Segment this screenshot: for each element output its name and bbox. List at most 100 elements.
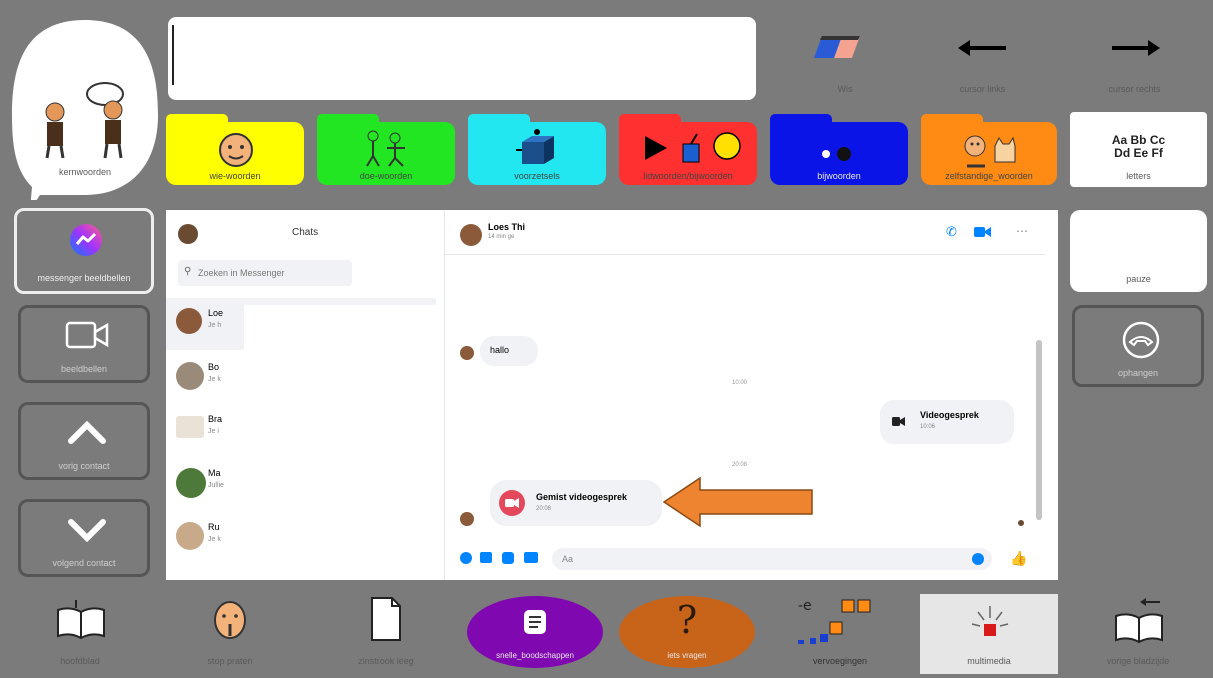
multimedia-button[interactable]: multimedia <box>920 594 1058 674</box>
volgend-contact-label: volgend contact <box>52 558 116 568</box>
vervoegingen-button[interactable]: -e vervoegingen <box>770 590 910 674</box>
message-text-field[interactable] <box>168 17 756 100</box>
volgend-contact-button[interactable]: volgend contact <box>18 499 150 577</box>
folder-voorzetsels[interactable]: voorzetsels <box>468 114 606 185</box>
video-camera-icon <box>65 321 109 349</box>
avatar <box>176 308 202 334</box>
vorige-label: vorige bladzijde <box>1106 656 1170 666</box>
cursor-right-button[interactable]: cursor rechts <box>1072 20 1197 100</box>
folder-label: voorzetsels <box>514 171 560 181</box>
message-input[interactable]: Aa <box>552 548 992 570</box>
ophangen-button[interactable]: ophangen <box>1072 305 1204 387</box>
add-icon[interactable] <box>460 552 472 564</box>
video-call-icon[interactable] <box>974 226 992 238</box>
missed-call-bubble[interactable]: Gemist videogesprek 20:08 <box>490 480 662 526</box>
face-icon <box>219 133 253 167</box>
beeldbellen-button[interactable]: beeldbellen <box>18 305 150 383</box>
folder-label: bijwoorden <box>817 171 861 181</box>
folder-zelfstandige-woorden[interactable]: zelfstandige_woorden <box>921 114 1057 185</box>
folder-doe-woorden[interactable]: doe-woorden <box>317 114 455 185</box>
contact-name: Ma <box>208 468 221 478</box>
video-call-bubble[interactable]: Videogesprek 10:06 <box>880 400 1014 444</box>
conversation-scrollbar[interactable] <box>1036 260 1042 530</box>
avatar <box>176 522 204 550</box>
chevron-down-icon <box>68 519 106 542</box>
vorig-contact-button[interactable]: vorig contact <box>18 402 150 480</box>
folder-label: zelfstandige_woorden <box>945 171 1033 181</box>
box-icon <box>516 129 554 164</box>
orange-arrow-annotation <box>662 476 813 528</box>
cursor-left-label: cursor links <box>959 84 1006 94</box>
emoji-icon[interactable] <box>972 553 984 565</box>
more-options-icon[interactable]: ⋯ <box>1016 224 1028 238</box>
contact-snippet: Je k <box>208 536 221 543</box>
zinstrook-label: zinstrook leeg <box>358 656 414 666</box>
snelle-label: snelle_boodschappen <box>496 651 574 660</box>
face-shush-icon <box>214 601 246 639</box>
sticker-icon[interactable] <box>502 552 514 564</box>
two-people-talking-icon <box>45 82 124 159</box>
vervoegingen-label: vervoegingen <box>812 656 868 666</box>
cursor-left-button[interactable]: cursor links <box>920 20 1045 100</box>
messenger-beeldbellen-button[interactable]: messenger beeldbellen <box>14 208 154 294</box>
folder-lidwoorden[interactable]: lidwoorden/bijwoorden <box>619 114 757 185</box>
letters-label: letters <box>1126 171 1151 181</box>
phone-icon[interactable]: ✆ <box>946 225 960 239</box>
open-book-icon <box>57 600 105 640</box>
avatar <box>178 224 198 244</box>
iets-vragen-label: iets vragen <box>667 651 707 660</box>
cursor-right-label: cursor rechts <box>1108 84 1161 94</box>
redacted-area <box>538 220 838 280</box>
pauze-button[interactable]: pauze <box>1070 210 1207 292</box>
conversation-name: Loes Thi <box>488 222 526 232</box>
chevron-up-icon <box>68 420 106 444</box>
snelle-boodschappen-button[interactable]: snelle_boodschappen <box>466 594 604 672</box>
iets-vragen-button[interactable]: ? iets vragen <box>618 594 756 672</box>
folder-bijwoorden[interactable]: bijwoorden <box>770 114 908 185</box>
avatar <box>176 362 204 390</box>
search-input[interactable]: ⚲ Zoeken in Messenger <box>178 260 352 286</box>
wis-button[interactable]: Wis <box>790 20 900 100</box>
folder-label: doe-woorden <box>359 171 413 181</box>
search-icon: ⚲ <box>184 266 192 277</box>
arrow-left-icon <box>958 40 1006 56</box>
contact-snippet: Je k <box>208 376 221 383</box>
note-icon <box>524 610 546 634</box>
image-icon[interactable] <box>480 552 492 563</box>
arrow-right-icon <box>1112 40 1160 56</box>
avatar <box>176 416 204 438</box>
avatar <box>460 346 474 360</box>
messenger-label: messenger beeldbellen <box>37 273 131 283</box>
letters-button[interactable]: Aa Bb Cc Dd Ee Ff letters <box>1070 112 1207 187</box>
list-divider <box>444 210 445 580</box>
hang-up-icon <box>1122 321 1160 359</box>
dots-icon <box>822 147 851 161</box>
contact-name: Loe <box>208 308 224 318</box>
redacted-area <box>244 305 444 555</box>
folder-wie-woorden[interactable]: wie-woorden <box>166 114 304 185</box>
avatar <box>460 224 482 246</box>
contact-name: Bra <box>208 414 223 424</box>
hoofdblad-button[interactable]: hoofdblad <box>10 590 150 674</box>
messenger-window: Chats ⚲ Zoeken in Messenger Loe Je h Bo … <box>166 210 1058 580</box>
kernwoorden-button[interactable]: kernwoorden <box>10 15 160 210</box>
hoofdblad-label: hoofdblad <box>60 656 100 666</box>
contact-name: Bo <box>208 362 220 372</box>
stop-praten-button[interactable]: stop praten <box>160 590 300 674</box>
gif-icon[interactable] <box>524 552 538 563</box>
zinstrook-leeg-button[interactable]: zinstrook leeg <box>316 590 456 674</box>
video-call-time: 10:06 <box>920 424 936 430</box>
vorige-bladzijde-button[interactable]: vorige bladzijde <box>1068 590 1208 674</box>
multimedia-icon <box>971 606 1009 636</box>
kernwoorden-label: kernwoorden <box>58 167 112 177</box>
missed-call-title: Gemist videogesprek <box>536 492 628 502</box>
svg-text:-e: -e <box>798 598 812 614</box>
beeldbellen-label: beeldbellen <box>60 364 108 374</box>
like-icon[interactable]: 👍 <box>1010 550 1027 567</box>
avatar <box>460 512 474 526</box>
contact-name: Ru <box>208 522 220 532</box>
scrollbar-thumb[interactable] <box>1036 340 1042 520</box>
text-cursor <box>172 25 174 85</box>
page-back-book-icon <box>1115 598 1163 644</box>
wis-label: Wis <box>837 84 853 94</box>
